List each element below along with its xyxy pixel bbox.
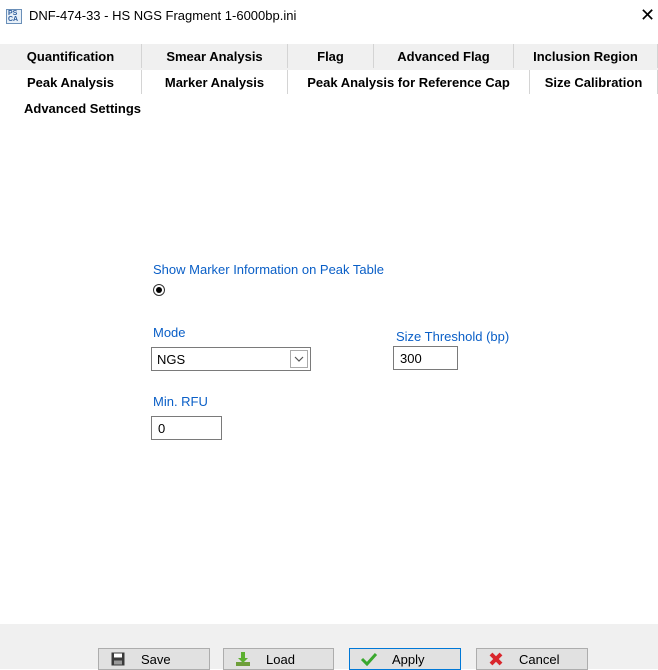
tab-peak-analysis-reference-cap[interactable]: Peak Analysis for Reference Cap (288, 70, 530, 94)
tab-strip: Quantification Smear Analysis Flag Advan… (0, 44, 658, 94)
show-marker-label: Show Marker Information on Peak Table (153, 262, 384, 277)
mode-select[interactable]: NGS (151, 347, 311, 371)
load-arrow-icon (234, 651, 252, 667)
save-button[interactable]: Save (98, 648, 210, 670)
cancel-button[interactable]: Cancel (476, 648, 588, 670)
window-title: DNF-474-33 - HS NGS Fragment 1-6000bp.in… (29, 8, 297, 23)
tab-inclusion-region[interactable]: Inclusion Region (514, 44, 658, 68)
min-rfu-input[interactable]: 0 (151, 416, 222, 440)
tab-flag[interactable]: Flag (288, 44, 374, 68)
load-label: Load (266, 651, 295, 667)
app-icon-bottom-letters: CA (8, 16, 19, 23)
size-threshold-label: Size Threshold (bp) (396, 329, 510, 344)
panel-heading: Advanced Settings (24, 101, 142, 116)
cancel-label: Cancel (519, 651, 560, 667)
mode-label: Mode (153, 325, 186, 340)
tab-advanced-flag[interactable]: Advanced Flag (374, 44, 514, 68)
tab-peak-analysis[interactable]: Peak Analysis (0, 70, 142, 94)
tab-quantification[interactable]: Quantification (0, 44, 142, 68)
tab-smear-analysis[interactable]: Smear Analysis (142, 44, 288, 68)
apply-button[interactable]: Apply (349, 648, 461, 670)
checkmark-icon (360, 651, 378, 667)
floppy-disk-icon (109, 651, 127, 667)
tab-marker-analysis[interactable]: Marker Analysis (142, 70, 288, 94)
mode-value: NGS (157, 352, 186, 367)
chevron-down-icon[interactable] (290, 350, 308, 368)
close-icon[interactable]: ✕ (640, 5, 655, 25)
tab-size-calibration[interactable]: Size Calibration (530, 70, 658, 94)
size-threshold-input[interactable]: 300 (393, 346, 458, 370)
cancel-x-icon (487, 651, 505, 667)
min-rfu-label: Min. RFU (153, 394, 208, 409)
show-marker-radio[interactable] (153, 284, 165, 296)
save-label: Save (141, 651, 171, 667)
settings-panel (0, 94, 658, 624)
apply-label: Apply (392, 651, 425, 667)
title-bar: PS CA DNF-474-33 - HS NGS Fragment 1-600… (0, 0, 658, 33)
app-icon: PS CA (6, 9, 22, 24)
load-button[interactable]: Load (223, 648, 334, 670)
